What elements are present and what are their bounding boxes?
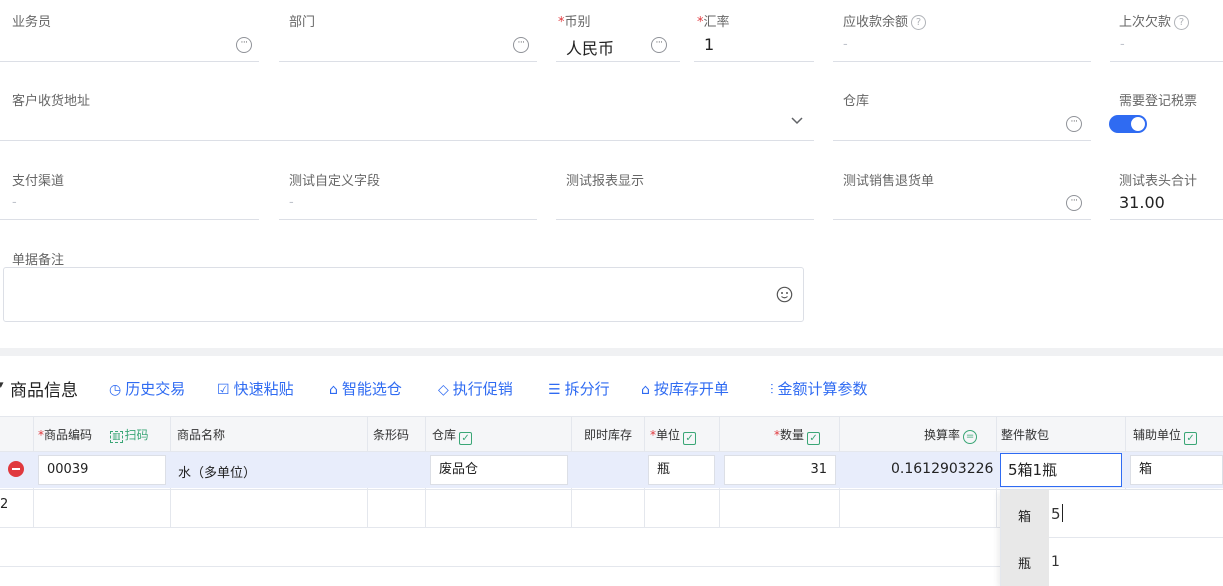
popup-unit-label: 箱: [1018, 510, 1032, 525]
checkbox-icon[interactable]: ✓: [1184, 432, 1198, 445]
last-owed-label: 上次欠款?: [1119, 11, 1190, 30]
header-aux-unit: 辅助单位 ✓: [1133, 426, 1198, 445]
code-input[interactable]: 00039: [38, 455, 166, 485]
department-field[interactable]: [279, 61, 537, 62]
scan-button[interactable]: ▥ 扫码: [110, 426, 149, 443]
header-total-value: 31.00: [1119, 193, 1165, 212]
header-total-label: 测试表头合计: [1119, 174, 1198, 189]
receivable-balance-field: [833, 61, 1091, 62]
amount-params-button[interactable]: ⫶ 金额计算参数: [770, 378, 868, 399]
section-title: 商品信息: [10, 381, 78, 401]
header-name: 商品名称: [177, 428, 226, 442]
currency-label: *币别: [558, 15, 591, 30]
header-barcode: 条形码: [373, 428, 410, 442]
clock-icon: ◷: [109, 382, 122, 398]
equal-icon[interactable]: =: [963, 430, 978, 444]
stock-order-button[interactable]: ⌂ 按库存开单: [641, 378, 729, 399]
header-unit: *单位 ✓: [650, 426, 697, 445]
exchange-rate-field[interactable]: [694, 61, 814, 62]
exchange-rate-label: *汇率: [697, 15, 730, 30]
receivable-balance-value: -: [843, 37, 848, 52]
custom-field-value: -: [289, 195, 294, 210]
header-code: *商品编码: [38, 428, 93, 442]
checkbox-icon[interactable]: ✓: [683, 432, 697, 445]
customer-address-label: 客户收货地址: [12, 94, 91, 109]
exchange-rate-value[interactable]: 1: [704, 35, 714, 54]
chevron-down-icon[interactable]: [790, 113, 804, 131]
salesperson-field[interactable]: [0, 61, 259, 62]
report-display-field[interactable]: [556, 219, 814, 220]
report-display-label: 测试报表显示: [566, 174, 645, 189]
last-owed-value: -: [1120, 37, 1125, 52]
payment-channel-value: -: [12, 195, 17, 210]
apply-promotion-button[interactable]: ◇ 执行促销: [438, 378, 513, 399]
popup-box-input[interactable]: 5: [1049, 494, 1223, 534]
checkbox-icon[interactable]: ✓: [459, 432, 473, 445]
tag-icon: ◇: [438, 382, 449, 398]
section-divider: [0, 348, 1223, 356]
aux-unit-input[interactable]: 箱: [1130, 455, 1223, 485]
warehouse-input[interactable]: 废品仓: [430, 455, 568, 485]
header-total-field: [1110, 219, 1223, 220]
salesperson-label: 业务员: [12, 15, 52, 30]
emoji-icon[interactable]: [776, 286, 793, 307]
scan-icon: ▥: [110, 431, 123, 443]
collapse-arrow-icon[interactable]: ▾: [0, 378, 4, 391]
warehouse-icon: ⌂: [329, 382, 338, 398]
header-rate: 换算率 =: [924, 426, 978, 444]
package-input[interactable]: 5箱1瓶: [1000, 453, 1122, 487]
help-icon[interactable]: ?: [1174, 15, 1190, 30]
rate-cell: 0.1612903226: [891, 461, 994, 477]
customer-address-select[interactable]: [0, 140, 814, 141]
warehouse-field[interactable]: [833, 140, 1091, 141]
need-tax-invoice-label: 需要登记税票: [1119, 94, 1198, 109]
quick-paste-button[interactable]: ☑ 快速粘贴: [217, 378, 294, 399]
payment-channel-label: 支付渠道: [12, 174, 65, 189]
checkbox-icon[interactable]: ✓: [807, 432, 821, 445]
popup-unit-label: 瓶: [1018, 557, 1032, 572]
smart-warehouse-button[interactable]: ⌂ 智能选仓: [329, 378, 402, 399]
warehouse-label: 仓库: [843, 94, 870, 109]
sales-return-more-icon[interactable]: ···: [1066, 195, 1082, 211]
paste-icon: ☑: [217, 382, 230, 398]
currency-more-icon[interactable]: ···: [651, 37, 667, 53]
custom-field-label: 测试自定义字段: [289, 174, 381, 189]
header-warehouse: 仓库 ✓: [432, 426, 473, 445]
need-tax-invoice-toggle[interactable]: [1109, 115, 1147, 133]
custom-field-field: [279, 219, 537, 220]
department-more-icon[interactable]: ···: [513, 37, 529, 53]
last-owed-field: [1110, 61, 1223, 62]
qty-input[interactable]: 31: [724, 455, 836, 485]
currency-field[interactable]: [556, 61, 680, 62]
sales-return-label: 测试销售退货单: [843, 174, 935, 189]
remarks-label: 单据备注: [12, 253, 65, 268]
remarks-textarea[interactable]: [3, 267, 804, 322]
help-icon[interactable]: ?: [911, 15, 927, 30]
department-label: 部门: [289, 15, 316, 30]
popup-bottle-input[interactable]: 1: [1049, 542, 1223, 582]
split-row-button[interactable]: ☰ 拆分行: [548, 378, 610, 399]
sliders-icon: ⫶: [770, 382, 774, 398]
header-package: 整件散包: [1001, 428, 1050, 442]
name-cell: 水（多单位）: [178, 466, 257, 481]
warehouse-more-icon[interactable]: ···: [1066, 116, 1082, 132]
stock-icon: ⌂: [641, 382, 650, 398]
header-stock: 即时库存: [584, 428, 633, 442]
package-popup: 箱 5 瓶 1: [1000, 490, 1223, 586]
receivable-balance-label: 应收款余额?: [843, 11, 927, 30]
remove-row-icon[interactable]: [8, 461, 24, 477]
sales-return-field[interactable]: [833, 219, 1091, 220]
header-qty: *数量 ✓: [774, 426, 821, 445]
unit-input[interactable]: 瓶: [648, 455, 715, 485]
history-trades-button[interactable]: ◷ 历史交易: [109, 378, 185, 399]
split-icon: ☰: [548, 382, 561, 398]
row-index: 2: [0, 497, 9, 512]
salesperson-more-icon[interactable]: ···: [236, 37, 252, 53]
payment-channel-field: [0, 219, 259, 220]
currency-value[interactable]: 人民币: [566, 35, 614, 59]
